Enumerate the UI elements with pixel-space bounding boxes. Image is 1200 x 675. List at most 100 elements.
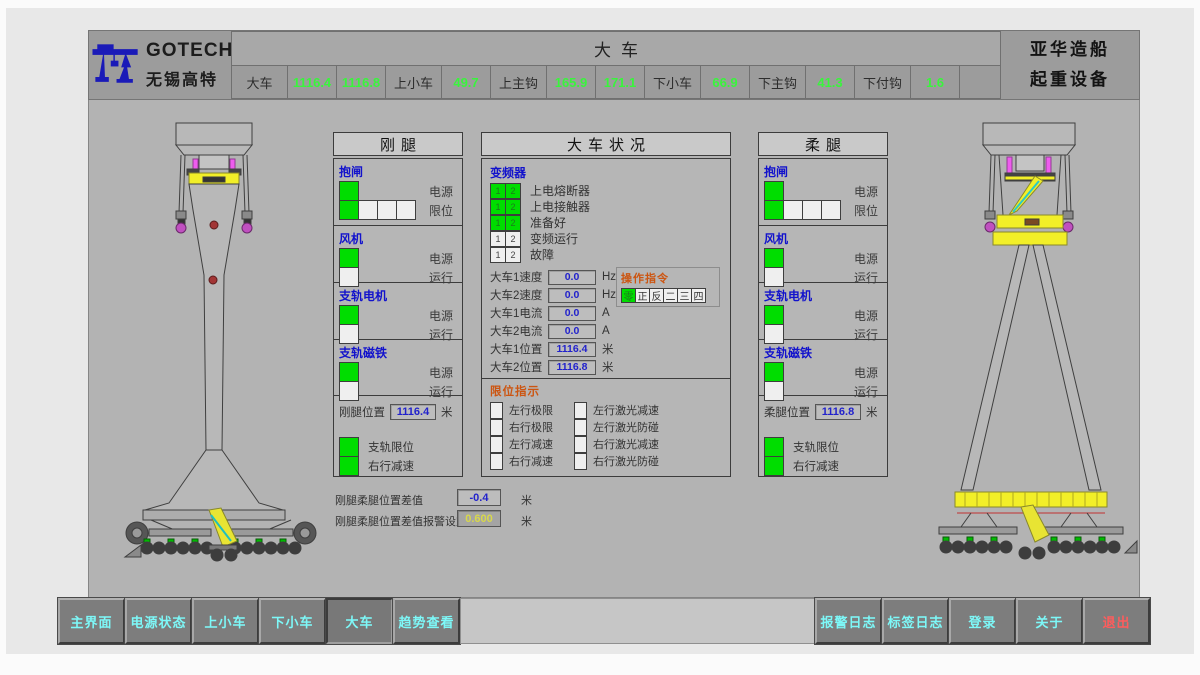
left-limit-indicator xyxy=(490,402,503,419)
flex-fan-section: 风机 电源 运行 xyxy=(759,226,887,283)
limit-indicator-row: 右行激光减速 xyxy=(574,435,659,453)
flex-position-label: 柔腿位置 xyxy=(764,404,810,420)
right-limit-indicator xyxy=(490,419,503,436)
flex-leg-title: 柔腿 xyxy=(758,132,888,156)
gantry2-current-row: 大车2电流 0.0 A xyxy=(490,323,730,339)
fault-2-indicator: 2 xyxy=(505,247,521,263)
contactor-2-indicator: 2 xyxy=(505,199,521,215)
flex-right-slowdown-indicator xyxy=(764,456,784,476)
flex-leg-panel: 柔腿 抱闸 电源 限位 风机 电源 xyxy=(758,132,888,477)
command-gear3-indicator: 三 xyxy=(677,288,692,303)
nav-spacer xyxy=(460,598,815,644)
gantry1-position-row: 大车1位置 1116.4 米 xyxy=(490,341,730,357)
gantry2-position-value: 1116.8 xyxy=(548,360,596,375)
company-line1: 亚华造船 xyxy=(1030,35,1110,65)
nav-alarm-log-button[interactable]: 报警日志 xyxy=(815,598,882,644)
flex-rail-limit-indicator xyxy=(764,437,784,457)
nav-exit-button[interactable]: 退出 xyxy=(1083,598,1150,644)
strip-value-upper-main-hook-2: 171.1 xyxy=(596,66,645,98)
right-laser-slowdown-indicator xyxy=(574,436,587,453)
strip-empty-cell xyxy=(960,66,1000,98)
strip-label-lower-main-hook: 下主钩 xyxy=(750,66,806,98)
running-2-indicator: 2 xyxy=(505,231,521,247)
brake-limit-indicator-1 xyxy=(764,200,784,220)
nav-trend-view-button[interactable]: 趋势查看 xyxy=(393,598,460,644)
contactor-1-indicator: 1 xyxy=(490,199,506,215)
position-difference-alarm-setpoint[interactable]: 0.600 xyxy=(457,510,501,527)
brand-name: GOTECH xyxy=(146,40,233,62)
strip-label-upper-trolley: 上小车 xyxy=(386,66,442,98)
nav-gantry-button[interactable]: 大车 xyxy=(326,598,393,644)
limit-indicator-row: 右行减速 xyxy=(490,452,574,470)
gantry1-speed-value: 0.0 xyxy=(548,270,596,285)
strip-value-lower-trolley: 66.9 xyxy=(701,66,750,98)
rigid-position-unit: 米 xyxy=(441,404,453,420)
inverter-row-ready: 1 2 准备好 xyxy=(490,214,730,231)
brake-limit-indicator-2 xyxy=(783,200,803,220)
fan-power-indicator xyxy=(339,248,359,268)
command-label: 操作指令 xyxy=(621,270,719,286)
nav-main-screen-button[interactable]: 主界面 xyxy=(58,598,125,644)
fault-1-indicator: 1 xyxy=(490,247,506,263)
strip-label-upper-main-hook: 上主钩 xyxy=(491,66,547,98)
inverter-row-contactor: 1 2 上电接触器 xyxy=(490,198,730,215)
command-box: 操作指令 零 正 反 二 三 四 xyxy=(616,267,720,307)
brand-name-cn: 无锡高特 xyxy=(146,66,233,90)
flex-rail-motor-section: 支轨电机 电源 运行 xyxy=(759,283,887,340)
inverter-label: 变频器 xyxy=(490,164,730,181)
left-laser-slowdown-indicator xyxy=(574,402,587,419)
header: GOTECH 无锡高特 大车 大车 1116.4 1116.8 上小车 49.7… xyxy=(88,30,1140,100)
fan-label: 风机 xyxy=(764,230,882,247)
strip-label-lower-trolley: 下小车 xyxy=(645,66,701,98)
main-content: 刚腿 抱闸 电源 限位 风机 电源 xyxy=(88,100,1140,598)
rail-motor-power-indicator xyxy=(339,305,359,325)
nav-lower-trolley-button[interactable]: 下小车 xyxy=(259,598,326,644)
rigid-leg-panel: 刚腿 抱闸 电源 限位 风机 电源 xyxy=(333,132,463,477)
strip-value-gantry-1: 1116.4 xyxy=(288,66,337,98)
nav-tag-log-button[interactable]: 标签日志 xyxy=(882,598,949,644)
flex-position-value: 1116.8 xyxy=(815,404,861,420)
rigid-rail-motor-section: 支轨电机 电源 运行 xyxy=(334,283,462,340)
gantry2-speed-value: 0.0 xyxy=(548,288,596,303)
page-title: 大车 xyxy=(231,31,1001,66)
company-line2: 起重设备 xyxy=(1030,65,1110,95)
nav-about-button[interactable]: 关于 xyxy=(1016,598,1083,644)
gantry1-current-value: 0.0 xyxy=(548,306,596,321)
leg-position-difference: 刚腿柔腿位置差值 -0.4 米 刚腿柔腿位置差值报警设定 0.600 米 xyxy=(333,488,603,530)
nav-login-button[interactable]: 登录 xyxy=(949,598,1016,644)
command-gear2-indicator: 二 xyxy=(663,288,678,303)
rigid-leg-position-section: 刚腿位置 1116.4 米 支轨限位 右行减速 xyxy=(334,396,462,476)
logo: GOTECH 无锡高特 xyxy=(89,31,231,99)
rigid-right-slowdown-indicator xyxy=(339,456,359,476)
ready-2-indicator: 2 xyxy=(505,215,521,231)
limit-indicator-row: 左行激光防碰 xyxy=(574,418,659,436)
strip-label-gantry: 大车 xyxy=(232,66,288,98)
rail-magnet-power-indicator xyxy=(339,362,359,382)
left-laser-anticollision-indicator xyxy=(574,419,587,436)
rail-motor-label: 支轨电机 xyxy=(764,287,882,304)
ready-1-indicator: 1 xyxy=(490,215,506,231)
rigid-leg-title: 刚腿 xyxy=(333,132,463,156)
header-center: 大车 大车 1116.4 1116.8 上小车 49.7 上主钩 165.9 1… xyxy=(231,31,1001,99)
brake-limit-indicator-4 xyxy=(396,200,416,220)
strip-value-gantry-2: 1116.8 xyxy=(337,66,386,98)
nav-upper-trolley-button[interactable]: 上小车 xyxy=(192,598,259,644)
brake-label: 抱闸 xyxy=(339,163,457,180)
rigid-fan-section: 风机 电源 运行 xyxy=(334,226,462,283)
rail-motor-label: 支轨电机 xyxy=(339,287,457,304)
flex-rail-magnet-section: 支轨磁铁 电源 运行 xyxy=(759,340,887,396)
position-difference-value: -0.4 xyxy=(457,489,501,506)
gotech-crane-logo-icon xyxy=(92,42,142,88)
rail-magnet-label: 支轨磁铁 xyxy=(764,344,882,361)
fan-power-indicator xyxy=(764,248,784,268)
rigid-position-label: 刚腿位置 xyxy=(339,404,385,420)
nav-power-status-button[interactable]: 电源状态 xyxy=(125,598,192,644)
gantry-status-title: 大车状况 xyxy=(481,132,731,156)
brake-limit-indicator-3 xyxy=(377,200,397,220)
rail-magnet-power-indicator xyxy=(764,362,784,382)
command-reverse-indicator: 反 xyxy=(649,288,664,303)
strip-value-upper-main-hook-1: 165.9 xyxy=(547,66,596,98)
flex-leg-crane-illustration xyxy=(921,115,1141,570)
right-slowdown-indicator xyxy=(490,453,503,470)
gantry1-position-value: 1116.4 xyxy=(548,342,596,357)
